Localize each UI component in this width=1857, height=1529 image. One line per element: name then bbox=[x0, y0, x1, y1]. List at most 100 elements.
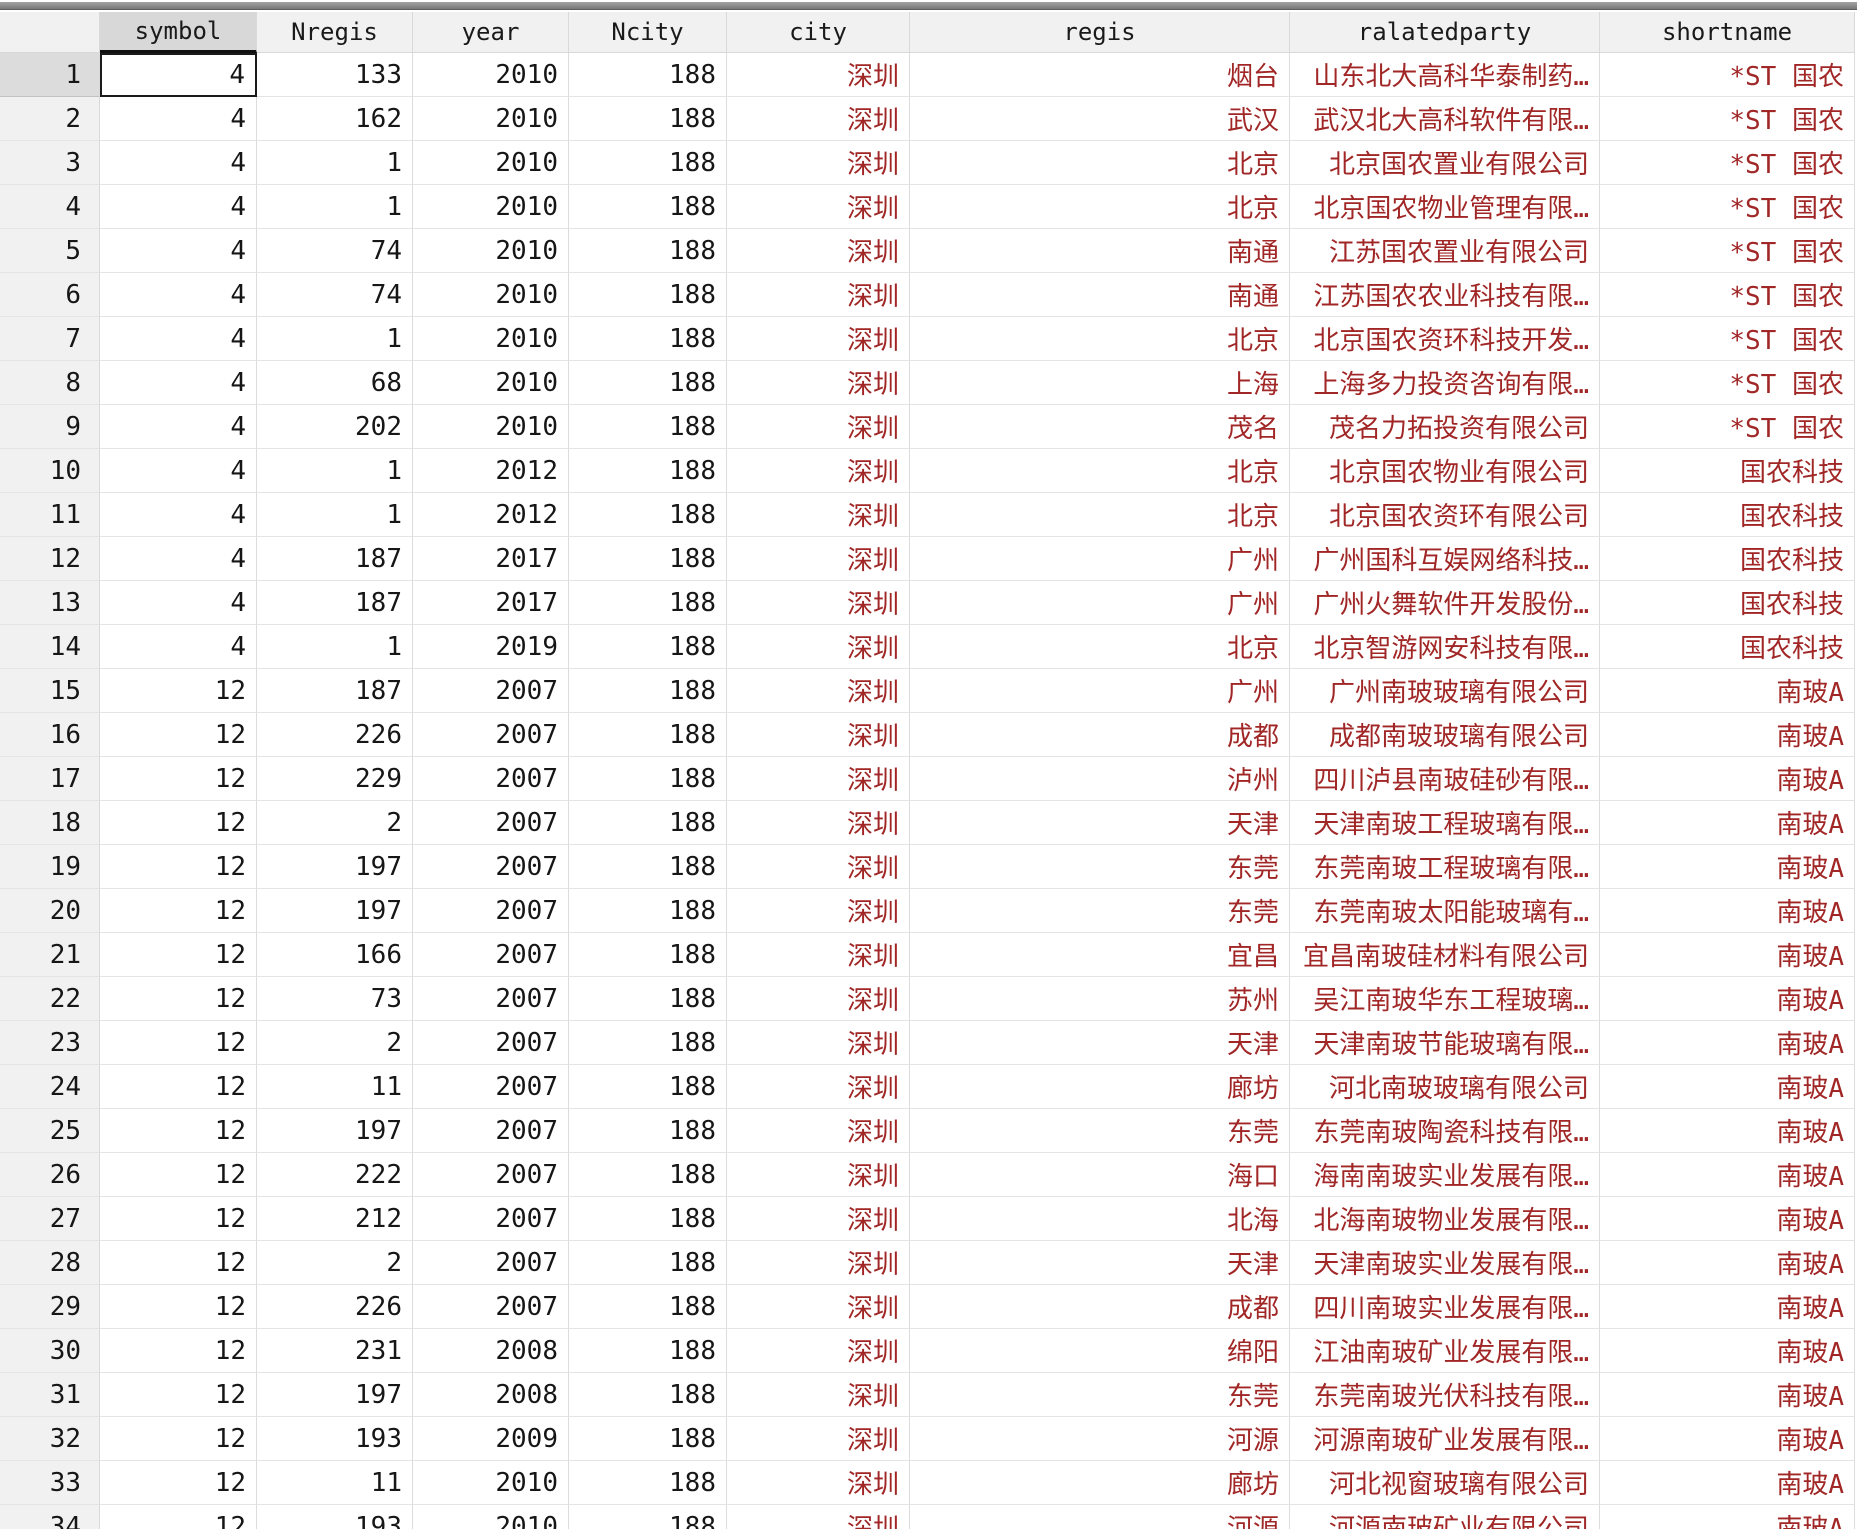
data-cell[interactable]: 河源 bbox=[910, 1417, 1290, 1461]
row-number-cell[interactable]: 2 bbox=[0, 97, 100, 141]
row-number-cell[interactable]: 27 bbox=[0, 1197, 100, 1241]
data-cell[interactable]: 成都南玻玻璃有限公司 bbox=[1290, 713, 1600, 757]
data-cell[interactable]: 2017 bbox=[413, 581, 569, 625]
data-cell[interactable]: 1 bbox=[257, 185, 413, 229]
data-cell[interactable]: 2010 bbox=[413, 317, 569, 361]
data-cell[interactable]: 12 bbox=[100, 933, 257, 977]
data-cell[interactable]: 广州 bbox=[910, 669, 1290, 713]
data-cell[interactable]: 河北视窗玻璃有限公司 bbox=[1290, 1461, 1600, 1505]
data-cell[interactable]: 国农科技 bbox=[1600, 493, 1855, 537]
data-cell[interactable]: 天津南玻节能玻璃有限… bbox=[1290, 1021, 1600, 1065]
data-cell[interactable]: 4 bbox=[100, 405, 257, 449]
row-number-cell[interactable]: 34 bbox=[0, 1505, 100, 1529]
data-cell[interactable]: 229 bbox=[257, 757, 413, 801]
row-number-cell[interactable]: 11 bbox=[0, 493, 100, 537]
data-cell[interactable]: 2007 bbox=[413, 713, 569, 757]
data-cell[interactable]: 河源南玻矿业发展有限… bbox=[1290, 1417, 1600, 1461]
data-cell[interactable]: 南玻A bbox=[1600, 1329, 1855, 1373]
data-cell[interactable]: 2007 bbox=[413, 669, 569, 713]
data-cell[interactable]: 188 bbox=[569, 713, 727, 757]
data-cell[interactable]: 深圳 bbox=[727, 1417, 910, 1461]
data-cell[interactable]: *ST 国农 bbox=[1600, 317, 1855, 361]
data-cell[interactable]: 深圳 bbox=[727, 757, 910, 801]
data-cell[interactable]: 2007 bbox=[413, 1109, 569, 1153]
data-cell[interactable]: 南玻A bbox=[1600, 1373, 1855, 1417]
data-cell[interactable]: 12 bbox=[100, 1065, 257, 1109]
data-cell[interactable]: 北京 bbox=[910, 493, 1290, 537]
data-cell[interactable]: 4 bbox=[100, 537, 257, 581]
data-cell[interactable]: 4 bbox=[100, 229, 257, 273]
data-cell[interactable]: 东莞 bbox=[910, 845, 1290, 889]
data-cell[interactable]: 4 bbox=[100, 53, 257, 97]
data-cell[interactable]: 188 bbox=[569, 405, 727, 449]
data-cell[interactable]: 深圳 bbox=[727, 1153, 910, 1197]
data-cell[interactable]: 北京国农物业有限公司 bbox=[1290, 449, 1600, 493]
data-cell[interactable]: 天津 bbox=[910, 1241, 1290, 1285]
data-cell[interactable]: 197 bbox=[257, 1109, 413, 1153]
data-cell[interactable]: *ST 国农 bbox=[1600, 361, 1855, 405]
data-cell[interactable]: 南通 bbox=[910, 273, 1290, 317]
data-cell[interactable]: 北京 bbox=[910, 449, 1290, 493]
data-cell[interactable]: 东莞南玻陶瓷科技有限… bbox=[1290, 1109, 1600, 1153]
data-cell[interactable]: 东莞 bbox=[910, 1373, 1290, 1417]
data-cell[interactable]: 天津 bbox=[910, 801, 1290, 845]
data-cell[interactable]: 南玻A bbox=[1600, 1153, 1855, 1197]
data-cell[interactable]: 197 bbox=[257, 845, 413, 889]
data-cell[interactable]: 12 bbox=[100, 1417, 257, 1461]
data-cell[interactable]: 烟台 bbox=[910, 53, 1290, 97]
data-cell[interactable]: 2012 bbox=[413, 449, 569, 493]
data-cell[interactable]: 2010 bbox=[413, 1461, 569, 1505]
data-cell[interactable]: 2007 bbox=[413, 933, 569, 977]
data-cell[interactable]: 11 bbox=[257, 1065, 413, 1109]
data-cell[interactable]: 东莞南玻太阳能玻璃有… bbox=[1290, 889, 1600, 933]
data-cell[interactable]: 北海 bbox=[910, 1197, 1290, 1241]
data-cell[interactable]: 12 bbox=[100, 1153, 257, 1197]
data-cell[interactable]: 2012 bbox=[413, 493, 569, 537]
data-cell[interactable]: 成都 bbox=[910, 1285, 1290, 1329]
data-cell[interactable]: 12 bbox=[100, 1021, 257, 1065]
data-cell[interactable]: 武汉北大高科软件有限… bbox=[1290, 97, 1600, 141]
data-cell[interactable]: 4 bbox=[100, 273, 257, 317]
data-cell[interactable]: 深圳 bbox=[727, 625, 910, 669]
data-cell[interactable]: 北京 bbox=[910, 317, 1290, 361]
data-cell[interactable]: 深圳 bbox=[727, 1241, 910, 1285]
data-cell[interactable]: 4 bbox=[100, 185, 257, 229]
data-cell[interactable]: 天津南玻工程玻璃有限… bbox=[1290, 801, 1600, 845]
data-cell[interactable]: 南玻A bbox=[1600, 757, 1855, 801]
data-cell[interactable]: 226 bbox=[257, 1285, 413, 1329]
row-number-cell[interactable]: 5 bbox=[0, 229, 100, 273]
row-number-cell[interactable]: 18 bbox=[0, 801, 100, 845]
data-cell[interactable]: 188 bbox=[569, 1461, 727, 1505]
data-cell[interactable]: 11 bbox=[257, 1461, 413, 1505]
data-cell[interactable]: 188 bbox=[569, 1285, 727, 1329]
data-cell[interactable]: 南玻A bbox=[1600, 1021, 1855, 1065]
column-header-city[interactable]: city bbox=[727, 12, 910, 53]
data-cell[interactable]: 2010 bbox=[413, 1505, 569, 1529]
data-cell[interactable]: *ST 国农 bbox=[1600, 53, 1855, 97]
row-number-cell[interactable]: 3 bbox=[0, 141, 100, 185]
data-cell[interactable]: 187 bbox=[257, 537, 413, 581]
data-cell[interactable]: 国农科技 bbox=[1600, 625, 1855, 669]
row-number-cell[interactable]: 10 bbox=[0, 449, 100, 493]
data-cell[interactable]: 12 bbox=[100, 1329, 257, 1373]
row-number-cell[interactable]: 14 bbox=[0, 625, 100, 669]
data-cell[interactable]: 绵阳 bbox=[910, 1329, 1290, 1373]
data-cell[interactable]: 188 bbox=[569, 801, 727, 845]
data-cell[interactable]: 吴江南玻华东工程玻璃… bbox=[1290, 977, 1600, 1021]
row-number-cell[interactable]: 32 bbox=[0, 1417, 100, 1461]
data-cell[interactable]: 深圳 bbox=[727, 1109, 910, 1153]
data-cell[interactable]: 202 bbox=[257, 405, 413, 449]
data-cell[interactable]: 深圳 bbox=[727, 1505, 910, 1529]
data-cell[interactable]: 4 bbox=[100, 361, 257, 405]
data-cell[interactable]: 茂名 bbox=[910, 405, 1290, 449]
row-number-cell[interactable]: 25 bbox=[0, 1109, 100, 1153]
data-cell[interactable]: 2017 bbox=[413, 537, 569, 581]
data-cell[interactable]: 197 bbox=[257, 1373, 413, 1417]
data-cell[interactable]: 国农科技 bbox=[1600, 581, 1855, 625]
data-cell[interactable]: 188 bbox=[569, 757, 727, 801]
data-cell[interactable]: 深圳 bbox=[727, 933, 910, 977]
data-cell[interactable]: 茂名力拓投资有限公司 bbox=[1290, 405, 1600, 449]
data-cell[interactable]: 深圳 bbox=[727, 229, 910, 273]
column-header-shortname[interactable]: shortname bbox=[1600, 12, 1855, 53]
data-cell[interactable]: 188 bbox=[569, 1417, 727, 1461]
